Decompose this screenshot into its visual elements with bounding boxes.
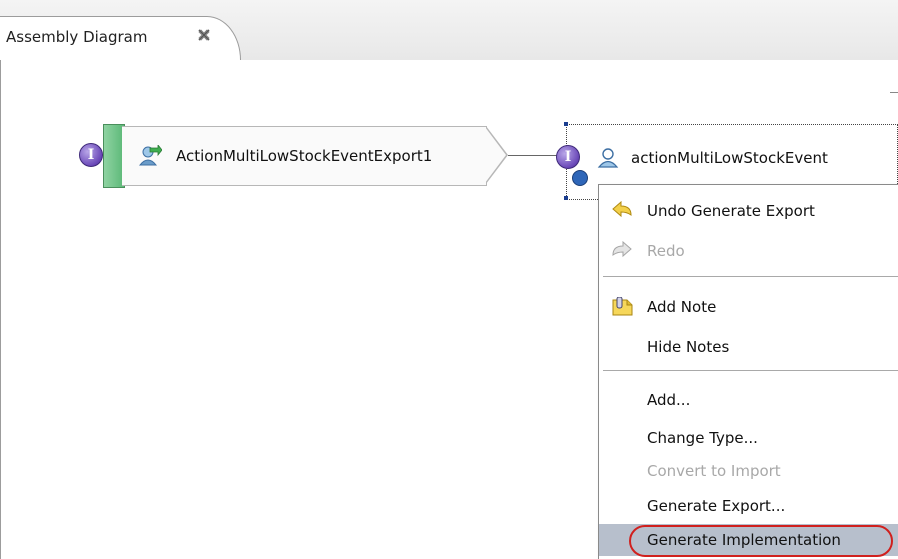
menu-item-label: Add... (647, 391, 691, 409)
assembly-editor: Assembly Diagram I ActionMultiLowStockEv… (0, 0, 898, 559)
menu-item-change-type[interactable]: Change Type... (599, 422, 898, 454)
tab-assembly-diagram[interactable]: Assembly Diagram (0, 16, 241, 61)
redo-icon (611, 240, 633, 261)
export-node[interactable]: ActionMultiLowStockEventExport1 (122, 126, 487, 186)
context-menu: Undo Generate Export Redo Add Note Hide … (598, 184, 898, 559)
undo-icon (611, 200, 633, 221)
menu-item-label: Change Type... (647, 429, 758, 447)
menu-item-generate-export[interactable]: Generate Export... (599, 490, 898, 522)
menu-item-add-note[interactable]: Add Note (599, 291, 898, 323)
component-node-label: actionMultiLowStockEvent (631, 149, 828, 167)
menu-item-add[interactable]: Add... (599, 384, 898, 416)
selection-handle[interactable] (564, 196, 568, 200)
menu-item-undo-generate-export[interactable]: Undo Generate Export (599, 195, 898, 227)
menu-item-label: Generate Export... (647, 497, 786, 515)
menu-item-label: Add Note (647, 298, 717, 316)
reference-icon[interactable] (572, 170, 588, 186)
component-interface-icon[interactable]: I (556, 145, 580, 169)
editor-tab-bar: Assembly Diagram (0, 0, 898, 61)
menu-item-label: Redo (647, 242, 685, 260)
menu-item-label: Undo Generate Export (647, 202, 815, 220)
menu-item-generate-implementation[interactable]: Generate Implementation (599, 524, 898, 557)
menu-item-hide-notes[interactable]: Hide Notes (599, 331, 898, 363)
selection-handle[interactable] (564, 122, 568, 126)
menu-item-convert-to-import[interactable]: Convert to Import (599, 455, 898, 487)
menu-item-label: Convert to Import (647, 462, 781, 480)
menu-item-redo[interactable]: Redo (599, 235, 898, 267)
export-interface-icon[interactable]: I (79, 143, 103, 167)
component-icon (597, 147, 619, 173)
menu-separator (603, 370, 898, 371)
export-icon (136, 143, 163, 171)
export-node-label: ActionMultiLowStockEventExport1 (176, 147, 433, 165)
close-icon[interactable] (196, 27, 212, 43)
tab-title: Assembly Diagram (6, 28, 148, 46)
menu-item-label: Hide Notes (647, 338, 730, 356)
note-icon (611, 296, 633, 317)
menu-separator (603, 276, 898, 277)
menu-item-label: Generate Implementation (647, 531, 841, 549)
wire[interactable] (508, 155, 558, 156)
